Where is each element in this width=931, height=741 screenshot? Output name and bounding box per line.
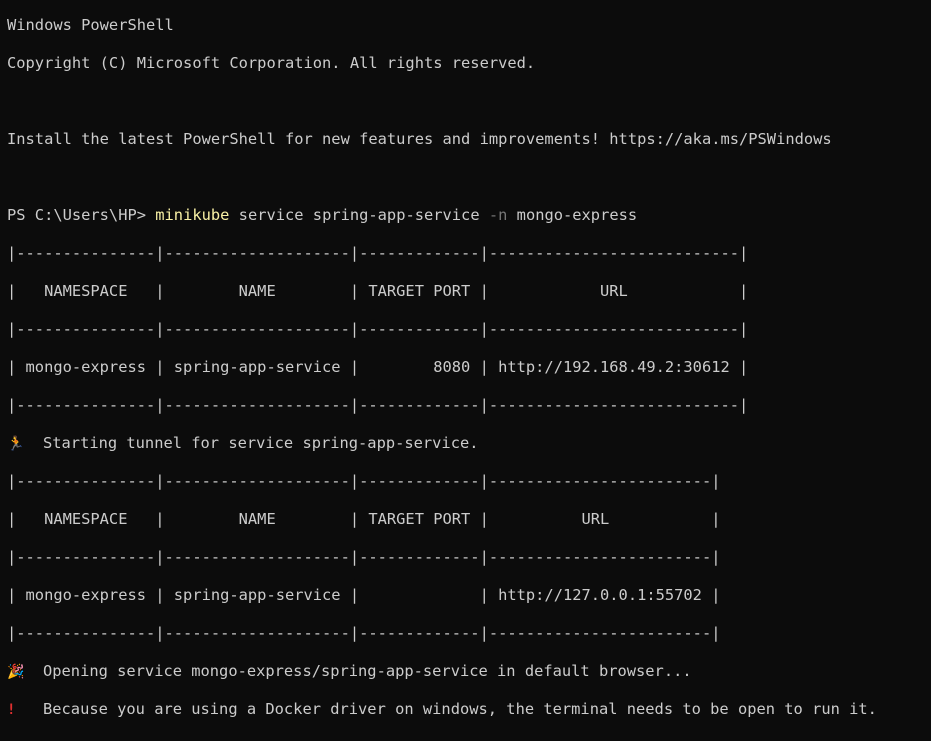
open-message: Opening service mongo-express/spring-app… <box>43 662 692 680</box>
runner-icon: 🏃 <box>7 436 25 452</box>
install-message: Install the latest PowerShell for new fe… <box>7 130 832 148</box>
table2-header: | NAMESPACE | NAME | TARGET PORT | URL | <box>7 510 721 528</box>
warning-message-line: ! Because you are using a Docker driver o… <box>7 700 931 719</box>
table1-border-mid: |---------------|--------------------|--… <box>7 320 749 338</box>
command-args-2: mongo-express <box>507 206 638 224</box>
table1-border-bot: |---------------|--------------------|--… <box>7 396 749 414</box>
command-line: PS C:\Users\HP> minikube service spring-… <box>7 206 931 225</box>
command-exe: minikube <box>155 206 230 224</box>
prompt: PS C:\Users\HP> <box>7 206 156 224</box>
header-line-1: Windows PowerShell <box>7 16 174 34</box>
command-args: service spring-app-service <box>229 206 489 224</box>
table2-border-mid: |---------------|--------------------|--… <box>7 548 721 566</box>
exclamation-icon: ! <box>7 702 16 718</box>
table2-row: | mongo-express | spring-app-service | |… <box>7 586 721 604</box>
table1-row: | mongo-express | spring-app-service | 8… <box>7 358 749 376</box>
header-line-2: Copyright (C) Microsoft Corporation. All… <box>7 54 536 72</box>
terminal-window[interactable]: Windows PowerShell Copyright (C) Microso… <box>0 0 931 718</box>
warning-message: Because you are using a Docker driver on… <box>43 700 877 718</box>
command-flag: -n <box>488 206 508 224</box>
tunnel-message-line: 🏃 Starting tunnel for service spring-app-… <box>7 434 931 453</box>
table1-border-top: |---------------|--------------------|--… <box>7 244 749 262</box>
table2-border-bot: |---------------|--------------------|--… <box>7 624 721 642</box>
tunnel-message: Starting tunnel for service spring-app-s… <box>43 434 479 452</box>
table2-border-top: |---------------|--------------------|--… <box>7 472 721 490</box>
open-message-line: 🎉 Opening service mongo-express/spring-ap… <box>7 662 931 681</box>
table1-header: | NAMESPACE | NAME | TARGET PORT | URL | <box>7 282 749 300</box>
party-popper-icon: 🎉 <box>7 664 25 680</box>
